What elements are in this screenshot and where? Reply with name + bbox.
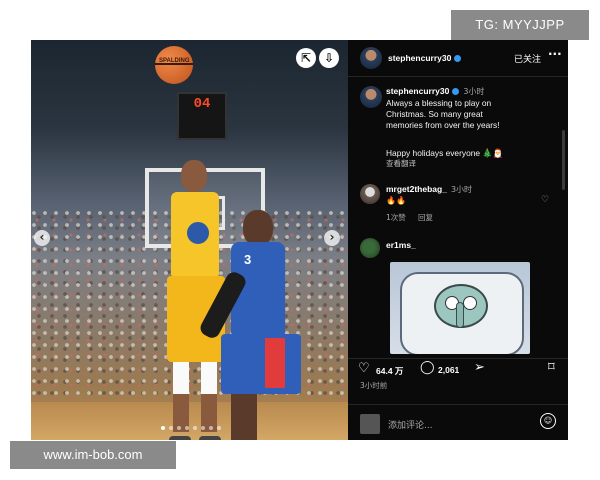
carousel-dot[interactable] <box>193 426 197 430</box>
comment-bubble-icon[interactable]: ◯ <box>420 360 435 375</box>
carousel-dot[interactable] <box>177 426 181 430</box>
watermark-top: TG: MYYJJPP <box>451 10 589 40</box>
post-side-panel: stephencurry30 已关注 ··· stephencurry30 3小时… <box>348 40 568 440</box>
comment-username[interactable]: er1ms_ <box>386 240 416 250</box>
bookmark-icon[interactable]: ⌑ <box>548 360 555 375</box>
emoji-icon[interactable]: ☺ <box>540 413 556 429</box>
carousel-dot[interactable] <box>217 426 221 430</box>
caption-avatar[interactable] <box>360 86 382 108</box>
download-icon[interactable]: ⇩ <box>319 48 339 68</box>
carousel-dots <box>161 426 221 430</box>
comment-meme-image <box>390 262 530 354</box>
posted-time: 3小时前 <box>360 381 388 390</box>
comment-username[interactable]: mrget2thebag_ 3小时 <box>386 184 472 195</box>
carousel-dot[interactable] <box>209 426 213 430</box>
caption-username[interactable]: stephencurry30 3小时 <box>386 86 484 97</box>
comment-heart-icon[interactable]: ♡ <box>541 195 549 205</box>
prev-arrow-icon[interactable]: ‹ <box>34 230 50 246</box>
player-defender: 3 <box>197 210 311 440</box>
instagram-post-frame: 04 SPALDING 3 ‹ › ⇱ ⇩ stephencurry30 已关注… <box>31 40 568 440</box>
carousel-dot[interactable] <box>161 426 165 430</box>
likes-count[interactable]: 64.4 万 <box>376 365 403 377</box>
avatar[interactable] <box>360 47 382 69</box>
basketball <box>155 46 193 84</box>
more-options-icon[interactable]: ··· <box>548 47 562 61</box>
like-heart-icon[interactable]: ♡ <box>358 361 370 376</box>
see-translation-link[interactable]: 查看翻译 <box>386 158 416 169</box>
comment-likes-count[interactable]: 1次赞 <box>386 212 406 223</box>
carousel-dot[interactable] <box>169 426 173 430</box>
comment-input[interactable]: 添加评论... <box>388 418 433 431</box>
next-arrow-icon[interactable]: › <box>324 230 340 246</box>
watermark-bottom: www.im-bob.com <box>10 441 176 469</box>
comment-avatar[interactable] <box>360 238 380 258</box>
comment-text: 🔥🔥 <box>386 196 406 205</box>
comment-avatar[interactable] <box>360 184 380 204</box>
comment-bar: 添加评论... ☺ <box>348 404 568 440</box>
share-icon[interactable]: ⇱ <box>296 48 316 68</box>
post-photo[interactable]: 04 SPALDING 3 ‹ › ⇱ ⇩ <box>31 40 348 440</box>
verified-icon <box>452 88 460 95</box>
follow-button[interactable]: 已关注 <box>514 52 541 65</box>
author-username[interactable]: stephencurry30 <box>388 53 462 63</box>
post-caption: Always a blessing to play on Christmas. … <box>386 98 500 131</box>
current-user-avatar <box>360 414 380 434</box>
carousel-dot[interactable] <box>185 426 189 430</box>
verified-icon <box>454 55 462 62</box>
carousel-dot[interactable] <box>201 426 205 430</box>
comments-scrollbar[interactable] <box>562 130 565 190</box>
reply-button[interactable]: 回复 <box>418 212 433 223</box>
post-header: stephencurry30 已关注 ··· <box>348 40 568 77</box>
ball-brand: SPALDING <box>159 58 190 64</box>
share-send-icon[interactable]: ➢ <box>474 360 485 375</box>
comments-count[interactable]: 2,061 <box>438 365 459 375</box>
